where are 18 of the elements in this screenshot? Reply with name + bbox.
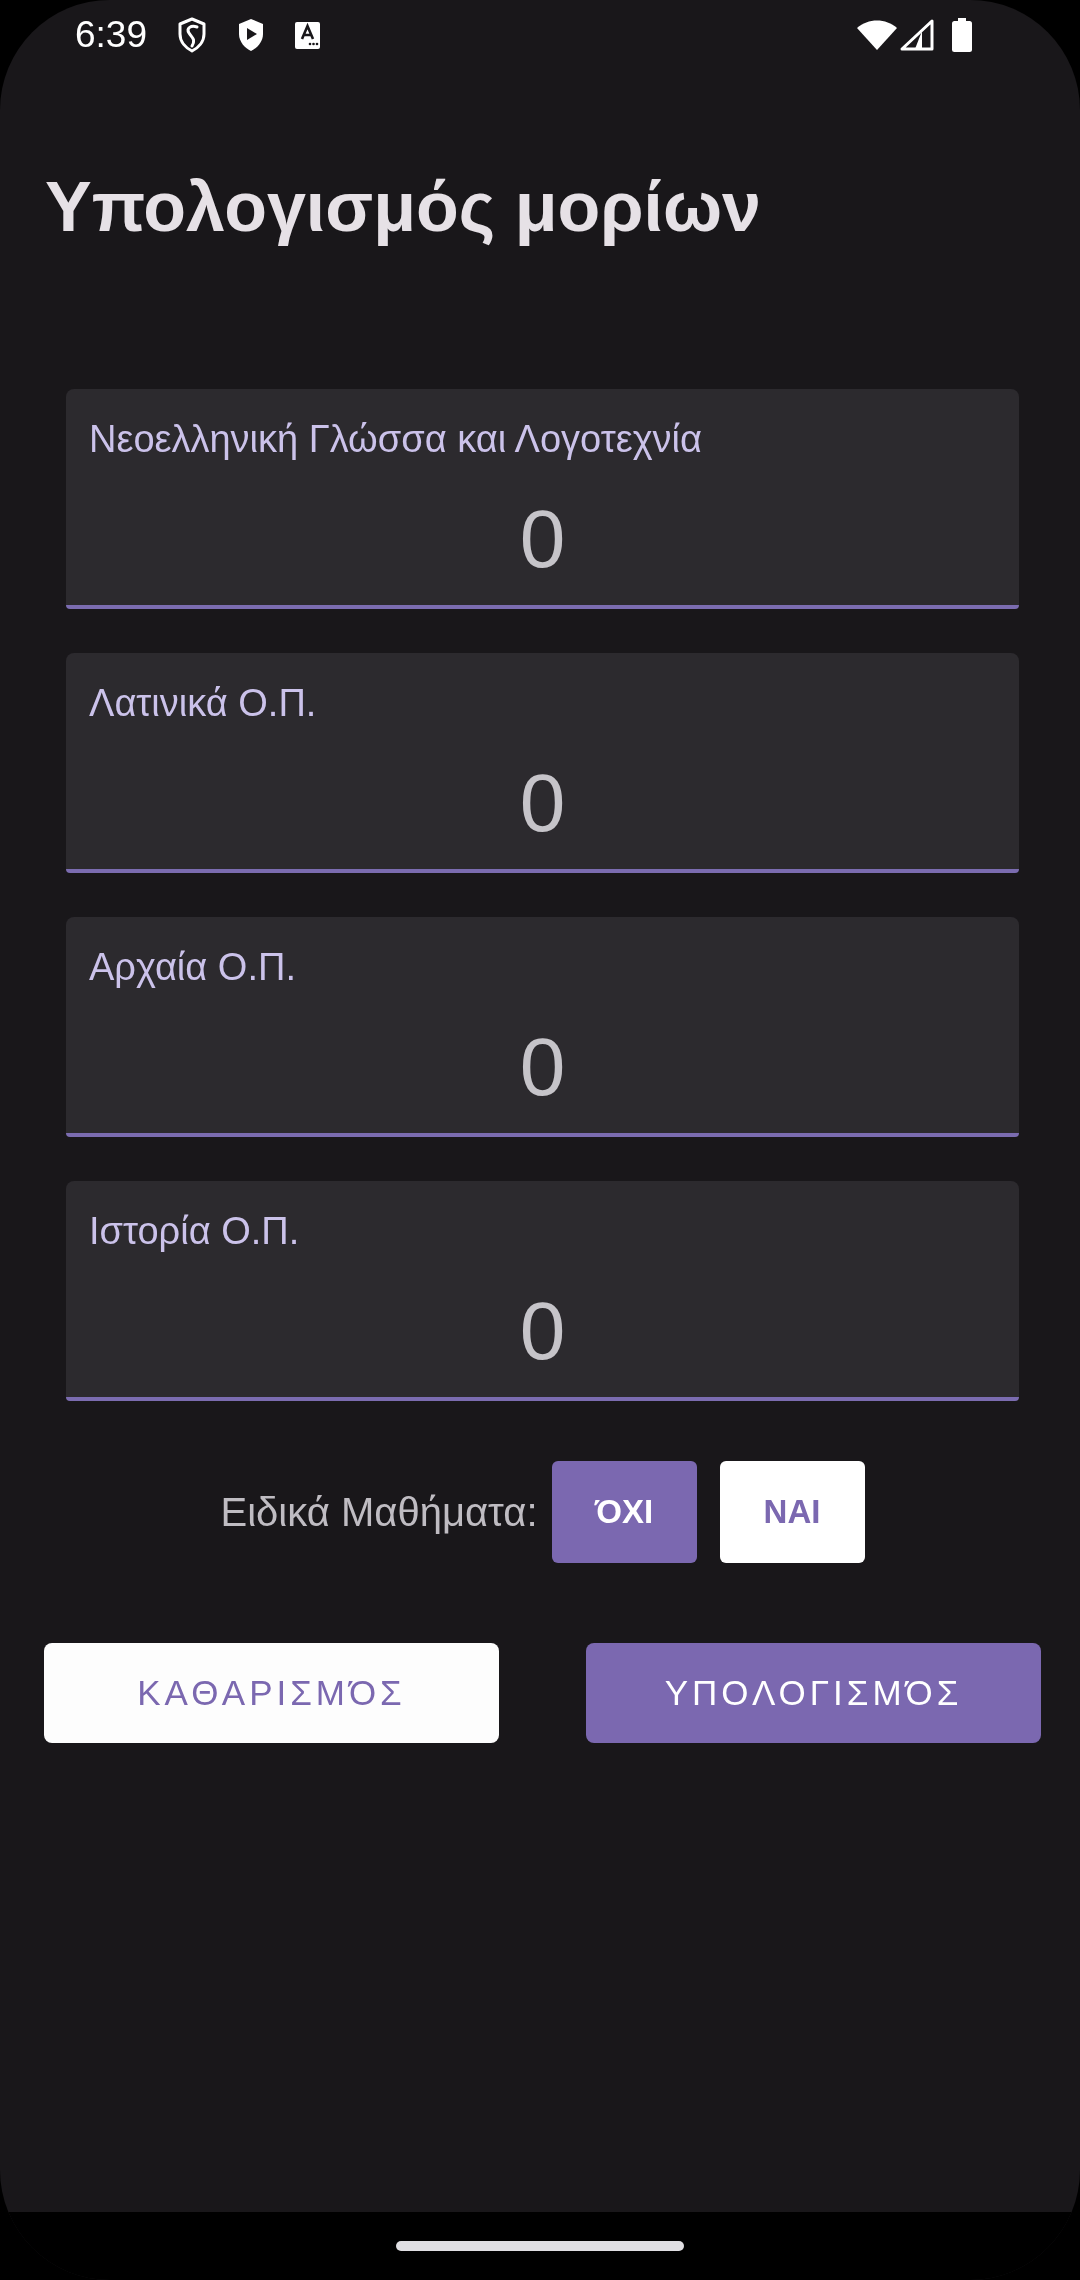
home-indicator[interactable]: [396, 2241, 684, 2251]
text-field[interactable]: Αρχαία Ο.Π. 0: [66, 917, 1019, 1137]
special-subjects-label: Ειδικά Μαθήματα:: [220, 1489, 538, 1536]
wifi-icon: [857, 20, 897, 50]
toggle-button[interactable]: ΌΧΙ: [551, 1461, 697, 1563]
clear-button[interactable]: ΚΑΘΑΡΙΣΜΌΣ: [44, 1643, 499, 1743]
signal-icon: [900, 19, 934, 51]
shield-play-icon: [236, 17, 266, 53]
shield-icon: [177, 17, 207, 53]
toggle-button[interactable]: ΝΑΙ: [719, 1461, 865, 1563]
status-time: 6:39: [75, 15, 147, 55]
calculate-button[interactable]: ΥΠΟΛΟΓΙΣΜΌΣ: [586, 1643, 1041, 1743]
battery-icon: [952, 18, 972, 52]
page-title: Υπολογισμός μορίων: [45, 167, 763, 248]
text-field[interactable]: Λατινικά Ο.Π. 0: [66, 653, 1019, 873]
text-field[interactable]: Ιστορία Ο.Π. 0: [66, 1181, 1019, 1401]
text-field[interactable]: Νεοελληνική Γλώσσα και Λογοτεχνία 0: [66, 389, 1019, 609]
letter-tile-icon: [295, 21, 320, 49]
